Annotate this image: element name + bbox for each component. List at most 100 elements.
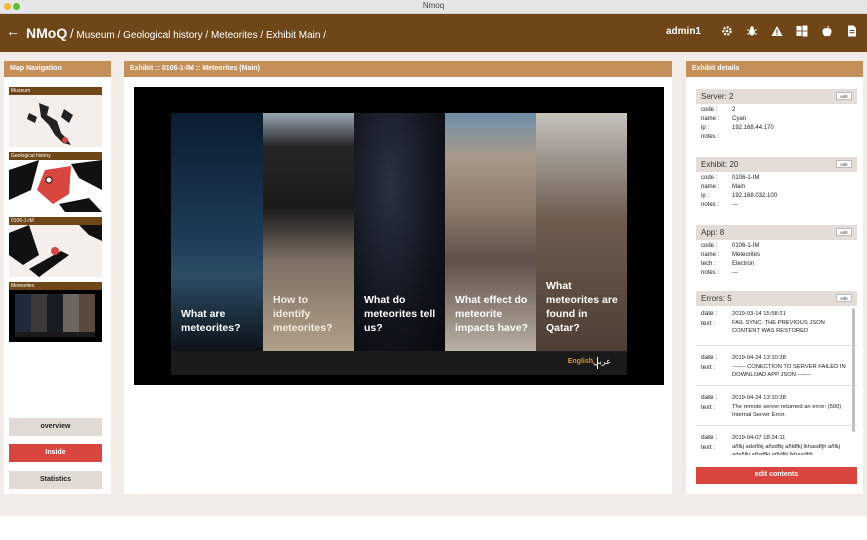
strip-question: How to identify meteorites? [273,294,333,334]
server-label: Server: [701,92,727,101]
map-card-geological-history[interactable]: Geological history [9,152,102,212]
map-card-label: Museum [9,87,102,95]
field-key: notes : [701,134,720,140]
exhibit-notes: --- [732,202,738,208]
breadcrumb-separator: / [205,30,209,41]
errors-label: Errors: [701,294,725,303]
error-entry: date : 2019-03-14 15:58:21 text : FAIL S… [696,306,857,346]
map-card-meteorites[interactable]: Meteorites [9,282,102,342]
exhibit-panel: Exhibit :: 0106-1-IM :: Meteorites (Main… [124,61,672,494]
app-name: Meteorites [732,252,761,258]
exhibit-edit-button[interactable]: edit [836,160,852,168]
exhibit-map-thumbnail [9,225,102,277]
exhibit-strip-1[interactable]: What are meteorites? [171,113,263,351]
exhibit-strip-5[interactable]: What meteorites are found in Qatar? [536,113,627,351]
error-entry: date : 2019-04-24 13:10:38 text : The re… [696,386,857,426]
apple-icon[interactable] [820,24,834,38]
exhibit-details-panel: Exhibit details Server: 2 edit code : 2 n… [686,61,863,494]
museum-map-thumbnail [27,103,73,145]
error-text-key: text : [701,364,716,371]
errors-list[interactable]: date : 2019-03-14 15:58:21 text : FAIL S… [696,306,857,455]
inside-button[interactable]: Inside [9,444,102,462]
breadcrumb-geological-history[interactable]: Geological history [123,30,202,41]
edit-contents-button[interactable]: edit contents [696,467,857,484]
app-header: App: 8 edit [696,225,857,240]
warning-icon[interactable] [770,24,784,38]
errors-scrollbar[interactable] [852,308,855,432]
map-navigation-title: Map Navigation [4,61,111,77]
app-tech: Electron [732,261,755,267]
map-card-0106-1-im[interactable]: 0106-1-IM [9,217,102,277]
app-code: 0106-1-IM [732,243,760,249]
server-count: 2 [729,92,734,101]
bug-icon[interactable] [745,24,759,38]
map-card-label: Meteorites [9,282,102,290]
strip-question: What are meteorites? [181,308,241,334]
windows-icon[interactable] [795,24,809,38]
language-arabic[interactable]: عربي [593,357,611,366]
map-card-label: Geological history [9,152,102,160]
language-bar: English عربي [171,351,627,375]
map-card-label: 0106-1-IM [9,217,102,225]
app-notes: --- [732,270,738,276]
error-text: FAIL SYNC: THE PREVIOUS JSON CONTENT WAS… [732,320,825,334]
error-date-key: date : [701,310,718,317]
strip-question: What do meteorites tell us? [364,294,436,334]
field-key: code : [701,107,718,113]
exhibit-panel-title: Exhibit :: 0106-1-IM :: Meteorites (Main… [124,61,672,77]
errors-edit-button[interactable]: edit [836,294,852,302]
user-name[interactable]: admin1 [666,26,701,37]
field-key: name : [701,252,720,258]
window-titlebar: Nmoq [0,0,867,14]
server-section: Server: 2 edit code : 2 name : Cyan ip : 19… [696,89,857,142]
app-count: 8 [719,228,725,237]
error-text-key: text : [701,320,716,327]
brand-link[interactable]: NMoQ [26,25,67,41]
exhibit-code: 0106-1-IM [732,175,760,181]
field-key: tech : [701,261,716,267]
field-key: name : [701,184,720,190]
breadcrumb-separator: / [70,26,74,41]
exhibit-screen-preview: What are meteorites? How to identify met… [134,87,664,385]
gear-icon[interactable] [720,24,734,38]
errors-header: Errors: 5 edit [696,291,857,306]
exhibit-strip-2[interactable]: How to identify meteorites? [263,113,354,351]
back-arrow-icon[interactable]: ← [6,23,20,39]
errors-count: 5 [727,294,732,303]
errors-section: Errors: 5 edit date : 2019-03-14 15:58:2… [696,291,857,457]
app-edit-button[interactable]: edit [836,228,852,236]
error-text: The remote server returned an error: (50… [732,404,842,418]
server-code: 2 [732,107,736,113]
overview-button[interactable]: overview [9,418,102,436]
server-name: Cyan [732,116,747,122]
server-header: Server: 2 edit [696,89,857,104]
error-date: 2019-03-14 15:58:21 [732,311,786,317]
strip-question: What meteorites are found in Qatar? [546,280,618,334]
breadcrumb-exhibit-main[interactable]: Exhibit Main [266,30,320,41]
breadcrumb-museum[interactable]: Museum [76,30,114,41]
server-edit-button[interactable]: edit [836,92,852,100]
breadcrumb-separator: / [323,30,326,41]
breadcrumb-meteorites[interactable]: Meteorites [211,30,258,41]
error-date: 2019-04-24 13:10:38 [732,395,786,401]
breadcrumb-separator: / [117,30,121,41]
error-date: 2019-04-07 18:24:11 [732,435,786,441]
file-icon[interactable] [845,24,859,38]
field-key: code : [701,243,718,249]
field-key: notes : [701,202,720,208]
header-actions: admin1 [666,24,859,38]
geological-map-thumbnail [9,160,102,212]
exhibit-strip-3[interactable]: What do meteorites tell us? [354,113,445,351]
error-text: añlkj adsñlkj añsdfkj añldfkj lkhasdfjh … [732,444,840,455]
language-english[interactable]: English [568,358,593,365]
exhibit-header: Exhibit: 20 edit [696,157,857,172]
statistics-button[interactable]: Statistics [9,471,102,489]
map-card-museum[interactable]: Museum [9,87,102,147]
app-header: ← NMoQ / Museum / Geological history / M… [0,14,867,52]
breadcrumb-separator: / [260,30,264,41]
app-label: App: [701,228,718,237]
exhibit-label: Exhibit: [701,160,728,169]
exhibit-strip-4[interactable]: What effect do meteorite impacts have? [445,113,536,351]
field-key: ip : [701,125,710,131]
error-text-key: text : [701,404,716,411]
